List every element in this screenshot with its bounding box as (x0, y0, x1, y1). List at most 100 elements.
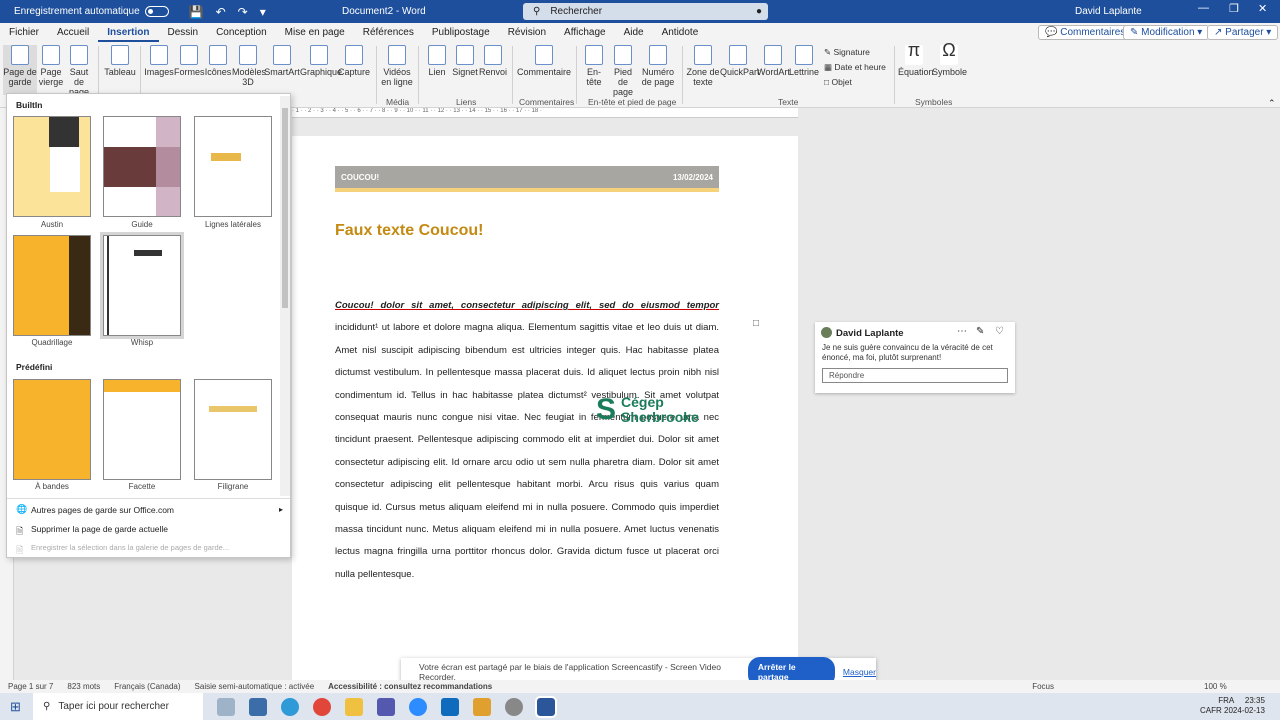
autocomplete-status[interactable]: Saisie semi-automatique : activée (195, 682, 315, 691)
drop-cap-button[interactable]: Lettrine (789, 45, 819, 77)
icons-button[interactable]: Icônes (204, 45, 232, 77)
hide-banner-link[interactable]: Masquer (843, 667, 876, 677)
share-button[interactable]: ↗ Partager ▾ (1207, 25, 1279, 40)
save-icon[interactable]: 💾 (189, 5, 204, 19)
calculator-icon[interactable] (249, 697, 267, 716)
comment-card[interactable]: David Laplante ⋯ ✎ ♡ Je ne suis guère co… (815, 322, 1015, 393)
date-time-button[interactable]: ▦ Date et heure (824, 62, 886, 73)
edit-icon[interactable]: ✎ (976, 326, 984, 337)
text-box-button[interactable]: Zone de texte (686, 45, 720, 87)
shapes-button[interactable]: Formes (174, 45, 205, 77)
editing-mode-button[interactable]: ✎ Modification ▾ (1123, 25, 1210, 40)
page-count[interactable]: Page 1 sur 7 (8, 682, 53, 691)
file-explorer-icon[interactable] (345, 697, 363, 716)
section-builtin: BuiltIn (16, 100, 43, 110)
page-header-band[interactable]: COUCOU! 13/02/2024 (335, 166, 719, 188)
focus-button[interactable]: Focus (1032, 682, 1054, 691)
document-body-paragraph[interactable]: Coucou! dolor sit amet, consectetur adip… (335, 295, 719, 586)
gallery-scrollbar[interactable] (280, 96, 290, 496)
tab-mise-en-page[interactable]: Mise en page (276, 23, 354, 42)
signature-button[interactable]: ✎ Signature (824, 47, 870, 58)
outlook-icon[interactable] (441, 697, 459, 716)
tab-fichier[interactable]: Fichier (0, 23, 48, 42)
quick-access-more-icon[interactable]: ▾ (260, 5, 266, 19)
close-icon[interactable]: ✕ (1258, 2, 1267, 15)
microphone-icon[interactable]: ● (756, 6, 762, 17)
windows-start-icon[interactable]: ⊞ (10, 699, 21, 715)
taskbar-search[interactable]: ⚲ Taper ici pour rechercher (33, 693, 203, 720)
link-button[interactable]: Lien (424, 45, 450, 77)
autosave-toggle[interactable] (144, 6, 169, 17)
chart-button[interactable]: Graphique (300, 45, 342, 77)
cover-thumb-austin[interactable] (13, 116, 91, 217)
cover-thumb-filigrane[interactable] (194, 379, 272, 480)
tab-references[interactable]: Références (354, 23, 423, 42)
tab-insertion[interactable]: Insertion (98, 23, 159, 42)
pen-app-icon[interactable] (473, 697, 491, 716)
comments-button[interactable]: 💬 Commentaires (1038, 25, 1133, 40)
cegep-logo[interactable]: S Cégep Sherbrooke (596, 392, 720, 428)
cover-thumb-lignes-laterales[interactable] (194, 116, 272, 217)
tab-dessin[interactable]: Dessin (159, 23, 208, 42)
system-clock[interactable]: FRA 23:35 CAFR 2024-02-13 (1200, 696, 1265, 716)
tab-affichage[interactable]: Affichage (555, 23, 615, 42)
comment-button[interactable]: Commentaire (516, 45, 572, 77)
task-view-icon[interactable] (217, 697, 235, 716)
page-break-button[interactable]: Saut de page (64, 45, 94, 97)
tab-revision[interactable]: Révision (499, 23, 555, 42)
online-video-button[interactable]: Vidéos en ligne (380, 45, 414, 87)
restore-icon[interactable]: ❐ (1229, 2, 1239, 15)
edge-icon[interactable] (281, 697, 299, 716)
table-button[interactable]: Tableau (104, 45, 136, 77)
more-options-icon[interactable]: ⋯ (957, 326, 967, 337)
user-name[interactable]: David Laplante (1075, 6, 1142, 17)
teams-icon[interactable] (377, 697, 395, 716)
media-player-icon[interactable] (505, 697, 523, 716)
cross-reference-button[interactable]: Renvoi (479, 45, 507, 77)
footer-button[interactable]: Pied de page (608, 45, 638, 97)
document-title-heading[interactable]: Faux texte Coucou! (335, 222, 483, 240)
menu-delete-cover-page[interactable]: Supprimer la page de garde actuelle (31, 524, 168, 534)
cover-thumb-whisp[interactable] (100, 232, 184, 339)
symbol-button[interactable]: Ω Symbole (932, 41, 967, 77)
zoom-app-icon[interactable] (409, 697, 427, 716)
comment-marker-icon[interactable]: □ (753, 318, 759, 329)
zoom-level[interactable]: 100 % (1204, 682, 1227, 691)
tab-accueil[interactable]: Accueil (48, 23, 98, 42)
3d-models-button[interactable]: Modèles 3D (232, 45, 266, 87)
gallery-scroll-thumb[interactable] (282, 108, 288, 308)
undo-icon[interactable]: ↶ (216, 5, 226, 19)
search-placeholder: Rechercher (550, 6, 603, 17)
smartart-button[interactable]: SmartArt (264, 45, 300, 77)
equation-button[interactable]: π Équation (898, 41, 934, 77)
cover-thumb-guide[interactable] (103, 116, 181, 217)
like-icon[interactable]: ♡ (995, 326, 1004, 337)
word-count[interactable]: 823 mots (67, 682, 100, 691)
minimize-icon[interactable]: — (1198, 2, 1209, 14)
screenshot-button[interactable]: Capture (338, 45, 370, 77)
word-icon[interactable] (535, 695, 557, 718)
tab-aide[interactable]: Aide (615, 23, 653, 42)
tab-conception[interactable]: Conception (207, 23, 276, 42)
cover-thumb-a-bandes[interactable] (13, 379, 91, 480)
object-button[interactable]: □ Objet (824, 77, 852, 87)
images-button[interactable]: Images (144, 45, 174, 77)
blank-page-button[interactable]: Page vierge (38, 45, 64, 87)
cover-page-button[interactable]: Page de garde (3, 45, 37, 95)
menu-more-cover-pages[interactable]: Autres pages de garde sur Office.com (31, 505, 174, 515)
tab-antidote[interactable]: Antidote (653, 23, 708, 42)
quickpart-button[interactable]: QuickPart (720, 45, 760, 77)
bookmark-button[interactable]: Signet (452, 45, 478, 77)
search-box[interactable]: ⚲ Rechercher ● (523, 3, 768, 20)
reply-input[interactable]: Répondre (822, 368, 1008, 383)
page-number-button[interactable]: Numéro de page (640, 45, 676, 87)
tab-publipostage[interactable]: Publipostage (423, 23, 499, 42)
redo-icon[interactable]: ↷ (238, 5, 248, 19)
wordart-button[interactable]: WordArt (757, 45, 790, 77)
accessibility-status[interactable]: Accessibilité : consultez recommandation… (328, 682, 492, 691)
header-button[interactable]: En-tête (582, 45, 606, 87)
cover-thumb-facette[interactable] (103, 379, 181, 480)
cover-thumb-quadrillage[interactable] (13, 235, 91, 336)
chrome-icon[interactable] (313, 697, 331, 716)
language[interactable]: Français (Canada) (114, 682, 180, 691)
